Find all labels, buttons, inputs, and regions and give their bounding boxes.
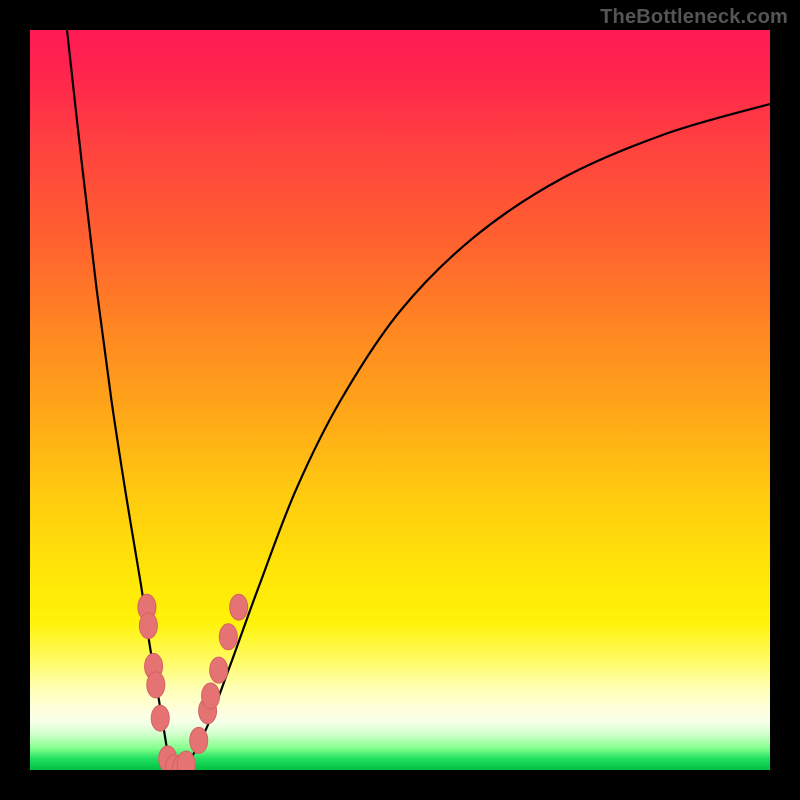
data-marker — [230, 594, 248, 620]
data-marker — [139, 613, 157, 639]
chart-frame: TheBottleneck.com — [0, 0, 800, 800]
bottleneck-curve — [67, 30, 770, 770]
data-marker — [190, 727, 208, 753]
data-marker — [219, 624, 237, 650]
data-marker — [151, 705, 169, 731]
data-marker — [210, 657, 228, 683]
data-marker — [147, 672, 165, 698]
marker-group — [138, 594, 248, 770]
plot-area — [30, 30, 770, 770]
curve-layer — [30, 30, 770, 770]
watermark-text: TheBottleneck.com — [600, 6, 788, 29]
data-marker — [202, 683, 220, 709]
